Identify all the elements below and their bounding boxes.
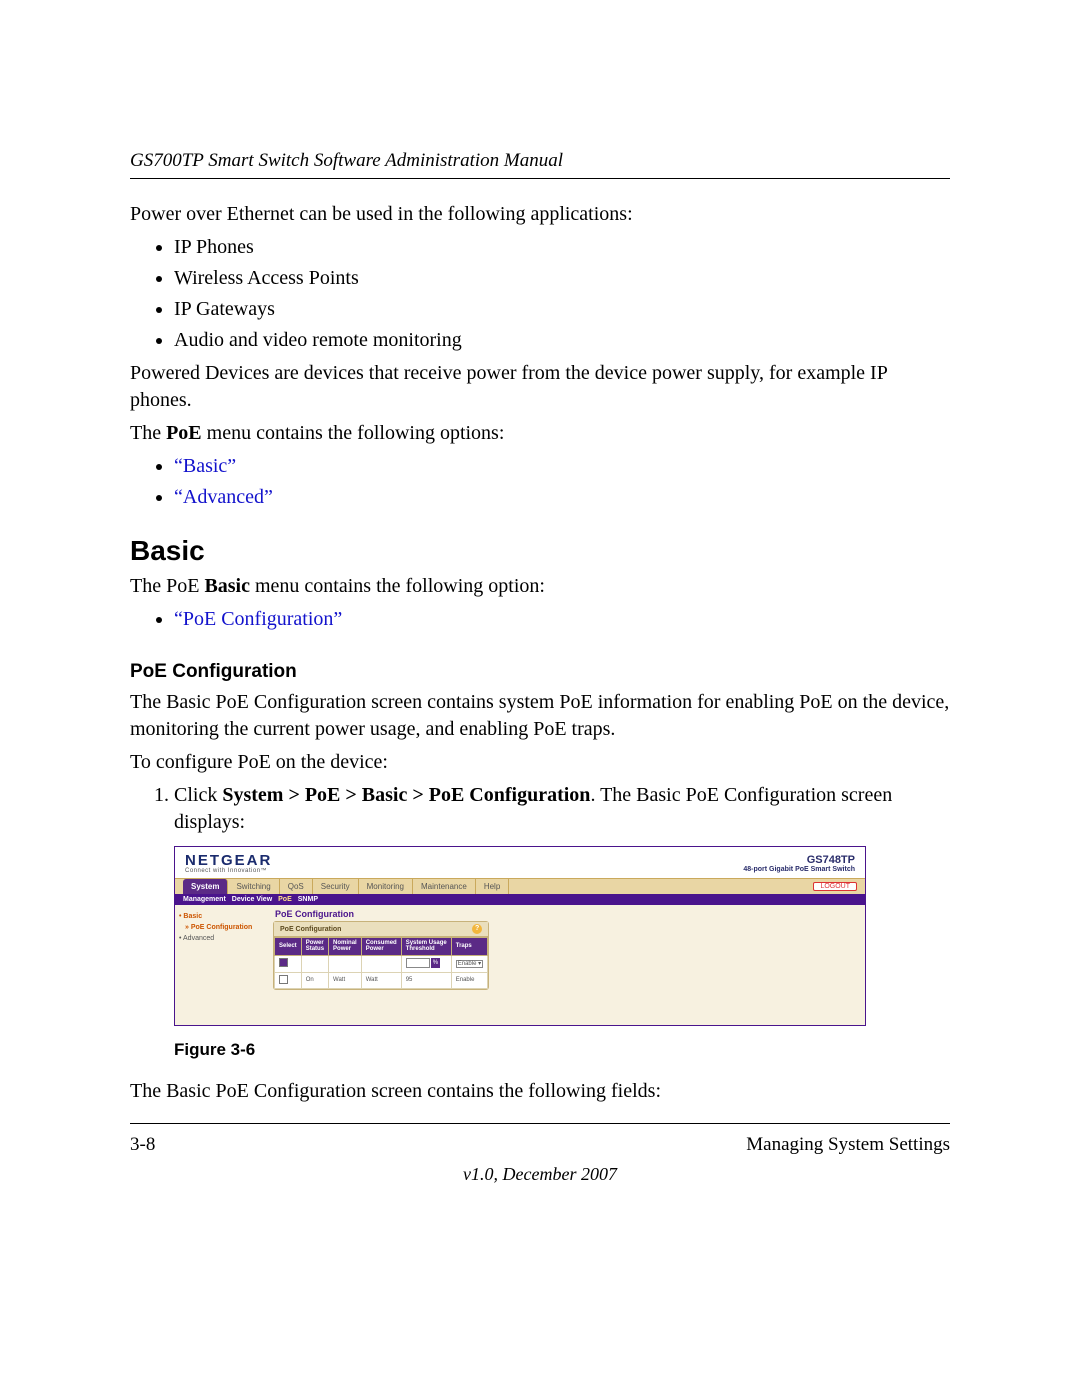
subsection-heading-poe-config: PoE Configuration <box>130 661 950 683</box>
subtab-device-view[interactable]: Device View <box>232 896 272 903</box>
tree-group-basic[interactable]: • Basic <box>179 911 269 922</box>
tab-help[interactable]: Help <box>476 879 509 894</box>
table-row: % Enable ▾ <box>275 955 488 972</box>
poe-menu-lead: The PoE menu contains the following opti… <box>130 420 950 447</box>
link-poe-configuration[interactable]: “PoE Configuration” <box>174 608 342 630</box>
link-advanced[interactable]: “Advanced” <box>174 486 273 508</box>
panel-title: PoE Configuration <box>275 909 489 919</box>
col-nominal-power: NominalPower <box>329 938 362 956</box>
footer-version: v1.0, December 2007 <box>130 1164 950 1185</box>
intro-text: Power over Ethernet can be used in the f… <box>130 201 950 228</box>
poe-menu-links: “Basic” “Advanced” <box>130 453 950 511</box>
subtab-poe[interactable]: PoE <box>278 896 292 903</box>
page-number: 3-8 <box>130 1134 155 1156</box>
poe-config-desc: The Basic PoE Configuration screen conta… <box>130 689 950 743</box>
application-list: IP Phones Wireless Access Points IP Gate… <box>130 234 950 354</box>
figure-caption: Figure 3-6 <box>174 1040 950 1060</box>
link-basic[interactable]: “Basic” <box>174 455 236 477</box>
footer-rule <box>130 1123 950 1124</box>
header-rule <box>130 178 950 179</box>
running-header: GS700TP Smart Switch Software Administra… <box>130 150 950 172</box>
list-item: Audio and video remote monitoring <box>174 327 950 354</box>
traps-select[interactable]: Enable ▾ <box>456 960 483 968</box>
tab-maintenance[interactable]: Maintenance <box>413 879 476 894</box>
poe-table: Select PowerStatus NominalPower Consumed… <box>274 937 488 989</box>
threshold-input[interactable] <box>406 958 430 968</box>
netgear-logo: NETGEAR Connect with Innovation™ <box>185 853 272 874</box>
tab-qos[interactable]: QoS <box>280 879 313 894</box>
list-item: IP Gateways <box>174 296 950 323</box>
subtab-snmp[interactable]: SNMP <box>298 896 318 903</box>
help-icon[interactable]: ? <box>472 924 482 934</box>
tab-security[interactable]: Security <box>313 879 359 894</box>
footer-section: Managing System Settings <box>746 1134 950 1156</box>
col-consumed-power: ConsumedPower <box>361 938 401 956</box>
panel-box-title: PoE Configuration <box>280 926 341 933</box>
tree-item-poe-config[interactable]: » PoE Configuration <box>179 922 269 933</box>
screenshot-figure: NETGEAR Connect with Innovation™ GS748TP… <box>174 846 866 1026</box>
select-all-checkbox[interactable] <box>279 958 288 967</box>
col-traps: Traps <box>451 938 487 956</box>
poe-config-to: To configure PoE on the device: <box>130 749 950 776</box>
sub-tabs: Management Device View PoE SNMP <box>175 894 865 905</box>
col-select: Select <box>275 938 302 956</box>
basic-link-list: “PoE Configuration” <box>130 606 950 633</box>
tree-group-advanced[interactable]: • Advanced <box>179 933 269 944</box>
basic-lead: The PoE Basic menu contains the followin… <box>130 573 950 600</box>
step-item: Click System > PoE > Basic > PoE Configu… <box>174 782 950 836</box>
col-threshold: System UsageThreshold <box>401 938 451 956</box>
list-item: Wireless Access Points <box>174 265 950 292</box>
after-figure-text: The Basic PoE Configuration screen conta… <box>130 1078 950 1105</box>
logout-button[interactable]: LOGOUT <box>813 882 857 891</box>
tab-system[interactable]: System <box>183 879 228 894</box>
col-power-status: PowerStatus <box>301 938 328 956</box>
powered-devices-text: Powered Devices are devices that receive… <box>130 360 950 414</box>
subtab-management[interactable]: Management <box>183 896 226 903</box>
row-checkbox[interactable] <box>279 975 288 984</box>
steps-list: Click System > PoE > Basic > PoE Configu… <box>130 782 950 836</box>
table-row: On Watt Watt 95 Enable <box>275 972 488 988</box>
nav-tree: • Basic » PoE Configuration • Advanced <box>175 905 273 951</box>
section-heading-basic: Basic <box>130 535 950 567</box>
tab-switching[interactable]: Switching <box>228 879 279 894</box>
tab-monitoring[interactable]: Monitoring <box>359 879 413 894</box>
list-item: IP Phones <box>174 234 950 261</box>
main-tabs: System Switching QoS Security Monitoring… <box>183 879 509 894</box>
product-label: GS748TP 48-port Gigabit PoE Smart Switch <box>743 854 855 874</box>
